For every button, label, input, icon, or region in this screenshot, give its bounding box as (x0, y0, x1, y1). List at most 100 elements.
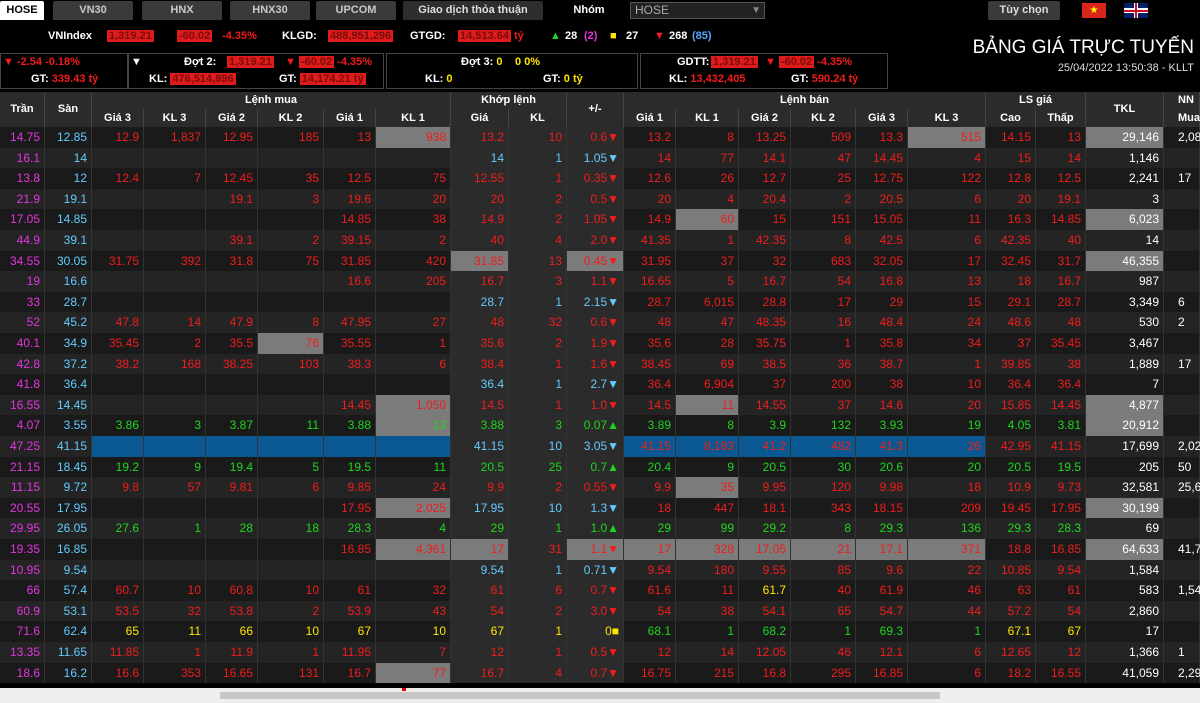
table-row[interactable]: 11.15 9.72 9.8 57 9.81 6 9.85 24 9.9 2 0.55▼ 9.9 35 9… (0, 477, 1200, 498)
cell-match-gia: 3.88 (451, 415, 509, 436)
table-row[interactable]: 13.8 12 12.4 7 12.45 35 12.5 75 12.55 1 0.35▼ 12.6 2… (0, 168, 1200, 189)
cell-sell-gia3: 13.3 (856, 127, 908, 148)
cell-buy-gia1: 14.85 (324, 209, 376, 230)
table-row[interactable]: 42.8 37.2 38.2 168 38.25 103 38.3 6 38.4 1 1.6▼ 38.… (0, 353, 1200, 375)
tab-hnx30[interactable]: HNX30 (230, 1, 310, 20)
tab-vn30[interactable]: VN30 (53, 1, 133, 20)
table-row[interactable]: 16.55 14.45 14.45 1,050 14.5 1 1.0▼ 14.5 11 14.55… (0, 394, 1200, 416)
table-row[interactable]: 52 45.2 47.8 14 47.9 8 47.95 27 48 32 0.6▼ 48 47 48.3… (0, 312, 1200, 333)
cell-san: 14 (45, 147, 92, 169)
cell-thap: 9.54 (1036, 559, 1086, 581)
options-button[interactable]: Tùy chọn (988, 1, 1060, 20)
cell-sell-gia1: 3.89 (624, 415, 676, 436)
vietnamese-flag-icon[interactable]: ★ (1082, 3, 1106, 18)
cell-sell-gia3: 38.7 (856, 353, 908, 375)
cell-buy-kl2: 3 (258, 188, 324, 210)
cell-match-kl: 1 (509, 374, 567, 395)
cell-change: 1.0▼ (567, 394, 624, 416)
table-row[interactable]: 44.9 39.1 39.1 2 39.15 2 40 4 2.0▼ 41.35 1 42.35 8 42… (0, 230, 1200, 251)
table-row[interactable]: 19.35 16.85 16.85 4,361 17 31 1.1▼ 17 328 17.05 21… (0, 539, 1200, 560)
tab-hnx[interactable]: HNX (142, 1, 222, 20)
cell-match-kl: 1 (509, 621, 567, 642)
table-row[interactable]: 20.55 17.95 17.95 2,025 17.95 10 1.3▼ 18 447 18.1… (0, 497, 1200, 519)
table-row[interactable]: 10.95 9.54 9.54 1 0.71▼ 9.54 180 9.55 85 9.6 22 10.… (0, 559, 1200, 581)
cell-buy-gia2: 66 (206, 621, 258, 642)
table-row[interactable]: 18.6 16.2 16.6 353 16.65 131 16.7 77 16.7 4 0.7▼ 16… (0, 662, 1200, 684)
dot2-kl-label: KL: (149, 73, 168, 85)
cell-buy-kl3 (144, 539, 206, 560)
cell-change: 1.6▼ (567, 353, 624, 375)
cell-tran: 33 (0, 291, 45, 313)
cell-match-kl: 6 (509, 580, 567, 601)
cell-tkl: 1,146 (1086, 147, 1164, 169)
cell-tkl: 987 (1086, 271, 1164, 292)
table-row[interactable]: 21.9 19.1 19.1 3 19.6 20 20 2 0.5▼ 20 4 20.4 2 20.5 6 2… (0, 188, 1200, 210)
cell-nn-mua: 41,79 (1164, 539, 1200, 560)
cell-buy-kl3: 32 (144, 600, 206, 622)
table-row[interactable]: 21.15 18.45 19.2 9 19.4 5 19.5 11 20.5 25 0.7▲ 20.4… (0, 456, 1200, 478)
table-row[interactable]: 60.9 53.1 53.5 32 53.8 2 53.9 43 54 2 3.0▼ 54 38 54.1… (0, 600, 1200, 622)
cell-buy-gia3: 9.8 (92, 477, 144, 498)
cell-match-kl: 10 (509, 127, 567, 148)
cell-buy-kl2 (258, 271, 324, 292)
horizontal-scrollbar[interactable] (0, 688, 1200, 703)
cell-tran: 52 (0, 312, 45, 333)
cell-buy-kl3: 57 (144, 477, 206, 498)
group-select[interactable]: HOSE ▼ (630, 2, 765, 19)
table-row[interactable]: 66 57.4 60.7 10 60.8 10 61 32 61 6 0.7▼ 61.6 11 61.7 4… (0, 580, 1200, 601)
dot2-label: Đợt 2: (184, 56, 217, 68)
table-row[interactable]: 29.95 26.05 27.6 1 28 18 28.3 4 29 1 1.0▲ 29 99 29.2 8… (0, 518, 1200, 539)
header-change: +/- (567, 92, 624, 127)
cell-buy-kl1: 938 (376, 127, 451, 148)
cell-tkl: 4,877 (1086, 394, 1164, 416)
header-lenh-mua: Lệnh mua (92, 92, 451, 109)
chevron-down-icon: ▼ (751, 5, 761, 16)
cell-sell-gia2: 9.95 (739, 477, 791, 498)
table-row[interactable]: 33 28.7 28.7 1 2.15▼ 28.7 6,015 28.8 17 29 15 29.1 2… (0, 291, 1200, 313)
table-row[interactable]: 40.1 34.9 35.45 2 35.5 76 35.55 1 35.6 2 1.9▼ 35.6 2… (0, 333, 1200, 354)
table-row[interactable]: 4.07 3.55 3.86 3 3.87 11 3.88 13 3.88 3 0.07▲ 3.89 8… (0, 415, 1200, 436)
cell-buy-kl2 (258, 539, 324, 560)
gdtt-label: GDTT: (677, 56, 710, 68)
cell-buy-gia3: 16.6 (92, 662, 144, 684)
cell-sell-gia3: 35.8 (856, 333, 908, 354)
scrollbar-thumb[interactable] (220, 692, 940, 699)
cell-sell-gia3: 9.98 (856, 477, 908, 498)
cell-match-gia: 41.15 (451, 436, 509, 457)
cell-tran: 4.07 (0, 415, 45, 436)
cell-buy-kl3 (144, 394, 206, 416)
table-row[interactable]: 14.75 12.85 12.9 1,837 12.95 185 13 938 13.2 10 0.… (0, 127, 1200, 148)
cell-change: 1.0▲ (567, 518, 624, 539)
cell-match-kl: 10 (509, 497, 567, 519)
table-row[interactable]: 71.6 62.4 65 11 66 10 67 10 67 1 0■ 68.1 1 68.2 1 69.3 1… (0, 621, 1200, 642)
table-row[interactable]: 13.35 11.65 11.85 1 11.9 1 11.95 7 12 1 0.5▼ 12 14 12… (0, 642, 1200, 663)
cell-sell-gia3: 16.85 (856, 662, 908, 684)
table-row[interactable]: 19 16.6 16.6 205 16.7 3 1.1▼ 16.65 5 16.7 54 16.8 13… (0, 271, 1200, 292)
cell-sell-kl1: 38 (676, 600, 739, 622)
table-row[interactable]: 47.25 41.15 41.15 10 3.05▼ 41.15 8,183 41.2 482 4… (0, 436, 1200, 457)
cell-buy-gia1: 28.3 (324, 518, 376, 539)
cell-match-kl: 25 (509, 456, 567, 478)
cell-buy-gia2 (206, 291, 258, 313)
tab-thoa-thuan[interactable]: Giao dịch thỏa thuận (403, 1, 543, 20)
cell-thap: 38 (1036, 353, 1086, 375)
cell-buy-gia1 (324, 374, 376, 395)
table-row[interactable]: 41.8 36.4 36.4 1 2.7▼ 36.4 6,904 37 200 38 10 36.4 3… (0, 374, 1200, 395)
table-row[interactable]: 34.55 30.05 31.75 392 31.8 75 31.85 420 31.85 13 0… (0, 250, 1200, 272)
tab-upcom[interactable]: UPCOM (316, 1, 396, 20)
cell-sell-kl3: 209 (908, 497, 986, 519)
tab-nhom[interactable]: Nhóm (558, 1, 620, 20)
cell-buy-gia2 (206, 497, 258, 519)
header-sell-kl2: KL 2 (791, 109, 856, 127)
table-row[interactable]: 16.1 14 14 1 1.05▼ 14 77 14.1 47 14.45 4 15 14 1,146 (0, 147, 1200, 169)
cell-thap: 19.1 (1036, 188, 1086, 210)
cell-change: 0.6▼ (567, 312, 624, 333)
cell-san: 26.05 (45, 518, 92, 539)
panel-dot3: Đợt 3: 0 0 0% KL: 0 GT: 0 tỷ (386, 53, 638, 89)
table-row[interactable]: 17.05 14.85 14.85 38 14.9 2 1.05▼ 14.9 60 15 151 15… (0, 209, 1200, 230)
cell-tran: 21.15 (0, 456, 45, 478)
tab-hose[interactable]: HOSE (0, 1, 44, 20)
cell-san: 28.7 (45, 291, 92, 313)
cell-sell-gia1: 14.9 (624, 209, 676, 230)
english-flag-icon[interactable] (1124, 3, 1148, 18)
